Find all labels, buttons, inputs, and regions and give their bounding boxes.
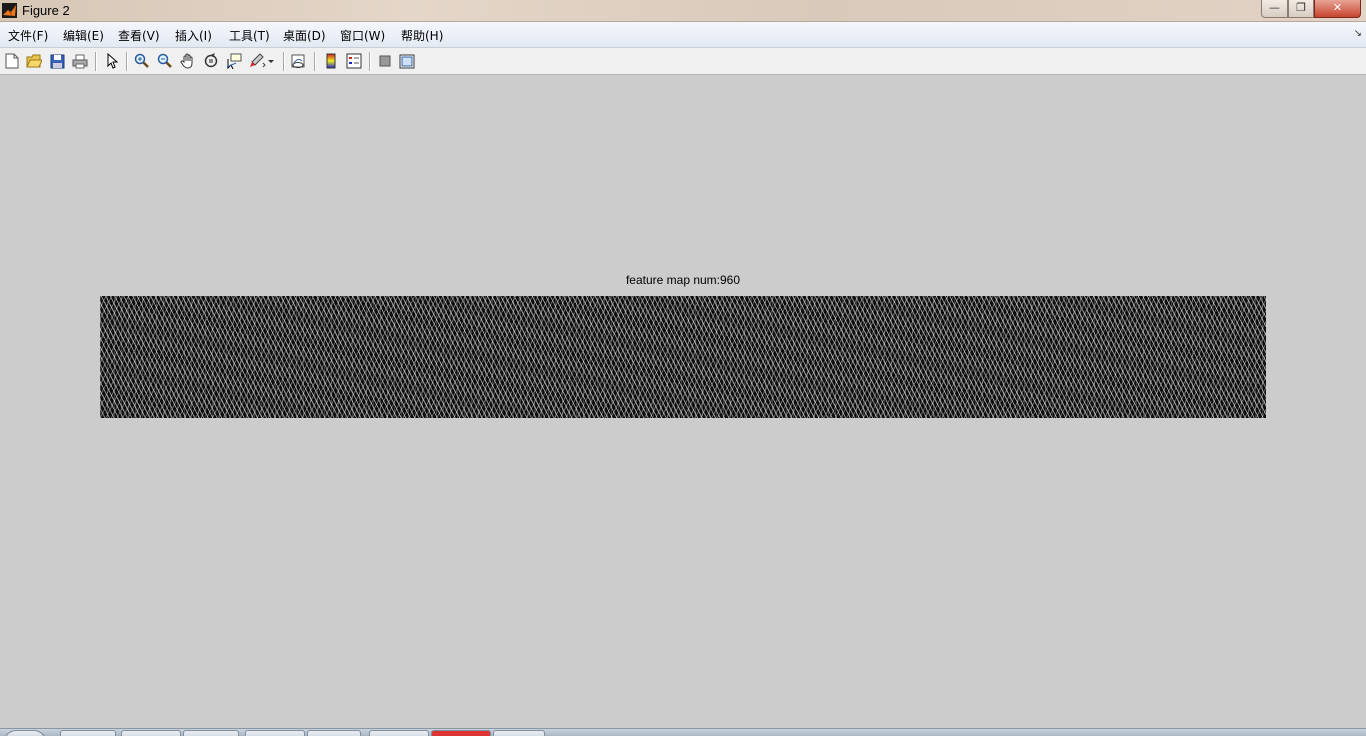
- link-plot-icon[interactable]: [290, 52, 308, 70]
- menu-view[interactable]: 查看(V): [118, 27, 160, 44]
- window-title: Figure 2: [22, 3, 70, 18]
- zoom-out-icon[interactable]: [156, 52, 174, 70]
- menu-file[interactable]: 文件(F): [8, 27, 48, 44]
- close-button[interactable]: ✕: [1314, 0, 1361, 18]
- taskbar: [0, 728, 1366, 736]
- new-figure-icon[interactable]: [3, 52, 21, 70]
- toolbar-separator: [369, 52, 371, 71]
- insert-legend-icon[interactable]: [345, 52, 363, 70]
- window-titlebar[interactable]: Figure 2 — ❐ ✕: [0, 0, 1366, 22]
- menu-edit[interactable]: 编辑(E): [63, 27, 104, 44]
- toolbar-separator: [126, 52, 128, 71]
- brush-icon[interactable]: [248, 52, 266, 70]
- taskbar-item[interactable]: [60, 730, 116, 736]
- taskbar-item[interactable]: [245, 730, 305, 736]
- menu-window[interactable]: 窗口(W): [340, 27, 385, 44]
- brush-dropdown-icon[interactable]: [266, 52, 276, 70]
- menu-help[interactable]: 帮助(H): [401, 27, 443, 44]
- data-cursor-icon[interactable]: [225, 52, 243, 70]
- toolbar-separator: [283, 52, 285, 71]
- zoom-in-icon[interactable]: [133, 52, 151, 70]
- edit-plot-icon[interactable]: [103, 52, 121, 70]
- maximize-button[interactable]: ❐: [1288, 0, 1314, 18]
- taskbar-item[interactable]: [183, 730, 239, 736]
- taskbar-item-active[interactable]: [431, 730, 491, 736]
- menu-insert[interactable]: 插入(I): [175, 27, 212, 44]
- rotate-3d-icon[interactable]: [202, 52, 220, 70]
- menu-tools[interactable]: 工具(T): [229, 27, 270, 44]
- menu-desktop[interactable]: 桌面(D): [283, 27, 326, 44]
- show-plot-tools-icon[interactable]: [398, 52, 416, 70]
- matlab-logo-icon: [2, 3, 17, 18]
- axes-title: feature map num:960: [625, 273, 741, 287]
- minimize-button[interactable]: —: [1261, 0, 1288, 18]
- toolbar-separator: [95, 52, 97, 71]
- taskbar-item[interactable]: [369, 730, 429, 736]
- feature-map-image[interactable]: [100, 296, 1266, 418]
- open-file-icon[interactable]: [25, 52, 43, 70]
- toolbar-separator: [314, 52, 316, 71]
- hide-plot-tools-icon[interactable]: [376, 52, 394, 70]
- taskbar-item[interactable]: [121, 730, 181, 736]
- start-button[interactable]: [4, 730, 46, 736]
- dock-figure-icon[interactable]: ↘: [1354, 28, 1362, 39]
- insert-colorbar-icon[interactable]: [322, 52, 340, 70]
- print-icon[interactable]: [71, 52, 89, 70]
- save-icon[interactable]: [48, 52, 66, 70]
- figure-canvas[interactable]: feature map num:960: [0, 76, 1366, 728]
- taskbar-item[interactable]: [307, 730, 361, 736]
- pan-icon[interactable]: [179, 52, 197, 70]
- menu-bar: 文件(F) 编辑(E) 查看(V) 插入(I) 工具(T) 桌面(D) 窗口(W…: [0, 22, 1366, 48]
- figure-toolbar: [0, 48, 1366, 75]
- taskbar-item[interactable]: [493, 730, 545, 736]
